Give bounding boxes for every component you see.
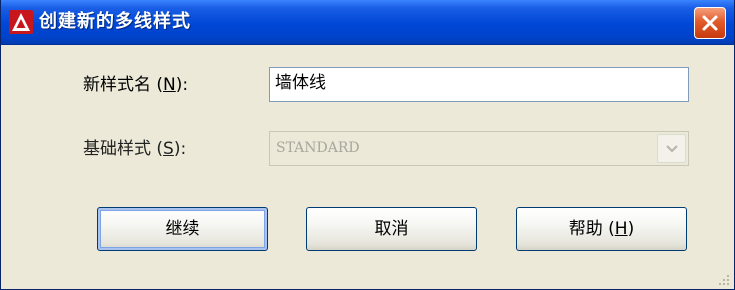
base-style-label: 基础样式 (S): xyxy=(83,139,187,159)
title-bar[interactable]: 创建新的多线样式 xyxy=(1,0,734,45)
base-style-dropdown-button[interactable] xyxy=(657,134,686,163)
create-multiline-style-dialog: 创建新的多线样式 新样式名 (N): 墙体线 基础样式 (S): STANDAR… xyxy=(0,0,735,290)
new-style-name-input[interactable]: 墙体线 xyxy=(269,67,689,102)
close-button[interactable] xyxy=(694,7,726,39)
new-style-name-value: 墙体线 xyxy=(275,73,326,93)
autocad-logo-icon xyxy=(9,10,33,34)
resize-grip-icon[interactable] xyxy=(716,271,730,285)
cancel-button[interactable]: 取消 xyxy=(306,207,477,251)
base-style-select[interactable]: STANDARD xyxy=(269,131,689,166)
new-style-name-label: 新样式名 (N): xyxy=(83,75,189,95)
help-button[interactable]: 帮助 (H) xyxy=(516,207,687,251)
continue-button[interactable]: 继续 xyxy=(97,207,268,251)
window-title: 创建新的多线样式 xyxy=(39,11,191,32)
base-style-value: STANDARD xyxy=(276,140,360,156)
